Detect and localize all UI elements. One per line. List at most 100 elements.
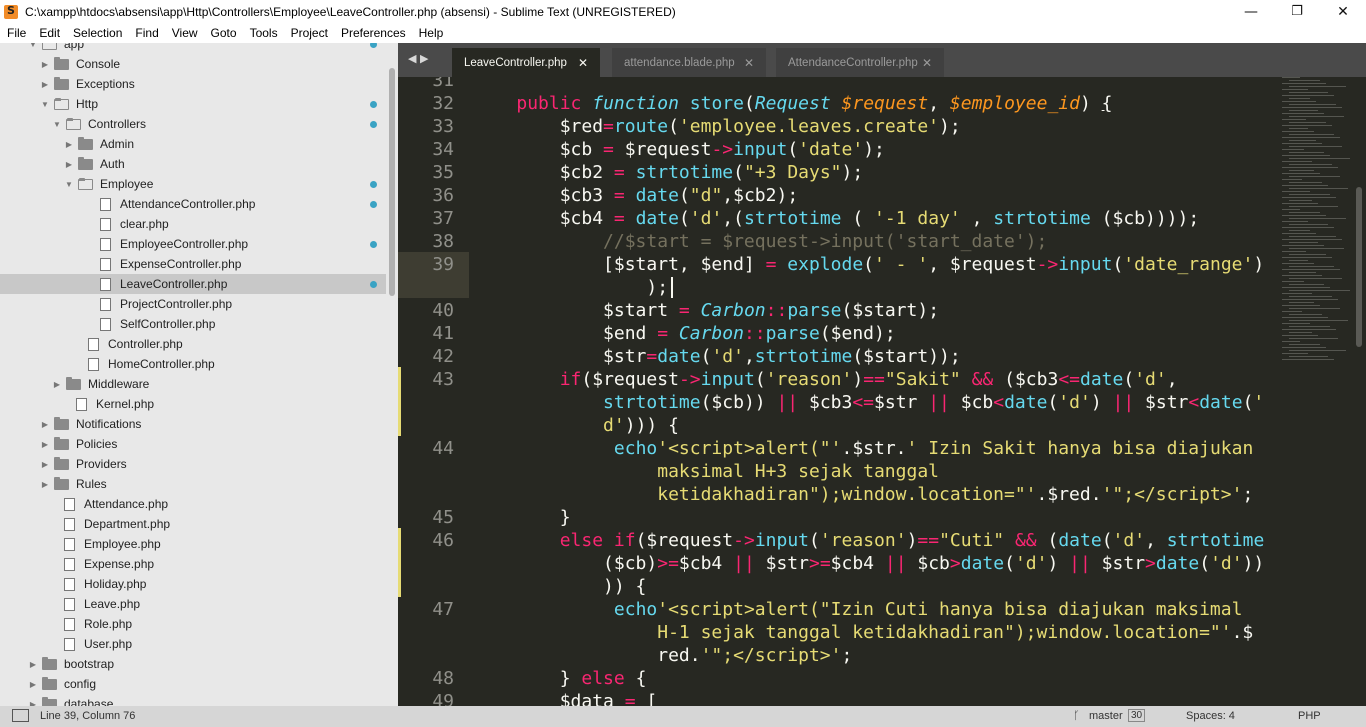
code-line[interactable]: if($request->input('reason')=="Sakit" &&… [473,369,1178,390]
panel-toggle-icon[interactable] [12,709,29,722]
code-line[interactable]: $cb = $request->input('date'); [473,139,885,160]
sidebar-file-item[interactable]: Leave.php [0,594,386,614]
code-line[interactable]: [$start, $end] = explode(' - ', $request… [473,254,1264,275]
sidebar-folder-item[interactable]: ▶ Notifications [0,414,386,434]
code-line[interactable]: d'))) { [473,415,679,436]
chevron-right-icon[interactable]: ▶ [40,60,50,69]
chevron-right-icon[interactable]: ▶ [40,460,50,469]
code-line[interactable]: $red=route('employee.leaves.create'); [473,116,961,137]
menu-help[interactable]: Help [412,26,450,40]
code-line[interactable]: ); [473,277,668,298]
sidebar-file-item[interactable]: HomeController.php [0,354,386,374]
sidebar-file-item[interactable]: Department.php [0,514,386,534]
sidebar-folder-item[interactable]: ▶ Middleware [0,374,386,394]
close-tab-icon[interactable]: ✕ [578,56,588,70]
syntax-mode[interactable]: PHP [1298,710,1321,722]
code-line[interactable]: $cb2 = strtotime("+3 Days"); [473,162,864,183]
sidebar-folder-item[interactable]: ▶ Policies [0,434,386,454]
sidebar-file-item[interactable]: ProjectController.php [0,294,386,314]
editor-scrollbar-thumb[interactable] [1356,187,1362,347]
sidebar-file-item[interactable]: Role.php [0,614,386,634]
code-editor[interactable]: 31 32 public function store(Request $requ… [398,77,1366,706]
code-line[interactable]: red.'";</script>'; [473,645,852,666]
code-line[interactable]: H-1 sejak tanggal ketidakhadiran");windo… [473,622,1253,643]
sidebar-folder-item[interactable]: ▼ Http [0,94,386,114]
sidebar-file-item[interactable]: Attendance.php [0,494,386,514]
sidebar-file-item[interactable]: Employee.php [0,534,386,554]
code-line[interactable]: )) { [473,576,646,597]
git-branch[interactable]: master [1089,710,1123,722]
sidebar-folder-item[interactable]: ▶ Console [0,54,386,74]
code-line[interactable]: ketidakhadiran");window.location="'.$red… [473,484,1253,505]
sidebar-folder-item[interactable]: ▶ bootstrap [0,654,386,674]
sidebar-scrollbar-thumb[interactable] [389,68,395,296]
code-line[interactable]: echo'<script>alert("Izin Cuti hanya bisa… [473,599,1243,620]
chevron-right-icon[interactable]: ▶ [40,420,50,429]
tab-attendance-blade-php[interactable]: attendance.blade.php ✕ [612,48,766,77]
menu-tools[interactable]: Tools [243,26,284,40]
tab-nav-arrows-icon[interactable]: ◀ ▶ [408,52,428,65]
sidebar-folder-item[interactable]: ▼ Controllers [0,114,386,134]
sidebar-file-item[interactable]: clear.php [0,214,386,234]
chevron-right-icon[interactable]: ▶ [28,660,38,669]
menu-preferences[interactable]: Preferences [334,26,412,40]
sidebar-folder-item[interactable]: ▶ Auth [0,154,386,174]
sidebar-file-item[interactable]: Kernel.php [0,394,386,414]
minimap[interactable] [1280,77,1355,377]
menu-find[interactable]: Find [128,26,164,40]
sidebar-file-item[interactable]: Expense.php [0,554,386,574]
close-tab-icon[interactable]: ✕ [922,56,932,70]
sidebar-folder-item[interactable]: ▼ app [0,43,386,54]
chevron-right-icon[interactable]: ▶ [40,440,50,449]
sidebar-folder-item[interactable]: ▶ Exceptions [0,74,386,94]
chevron-right-icon[interactable]: ▶ [28,680,38,689]
minimize-button[interactable]: — [1228,0,1274,23]
sidebar-folder-item[interactable]: ▶ database [0,694,386,706]
sidebar-folder-item[interactable]: ▼ Employee [0,174,386,194]
code-line[interactable]: $cb4 = date('d',(strtotime ( '-1 day' , … [473,208,1200,229]
code-line[interactable]: //$start = $request->input('start_date')… [473,231,1047,252]
sidebar-file-item[interactable]: User.php [0,634,386,654]
sidebar-folder-item[interactable]: ▶ Providers [0,454,386,474]
menu-view[interactable]: View [165,26,204,40]
code-line[interactable]: $end = Carbon::parse($end); [473,323,896,344]
sidebar-folder-item[interactable]: ▶ Rules [0,474,386,494]
chevron-right-icon[interactable]: ▶ [64,160,74,169]
code-line[interactable]: else if($request->input('reason')=="Cuti… [473,530,1265,551]
menu-goto[interactable]: Goto [204,26,243,40]
code-line[interactable]: $cb3 = date("d",$cb2); [473,185,798,206]
sidebar-folder-item[interactable]: ▶ Admin [0,134,386,154]
menu-selection[interactable]: Selection [66,26,128,40]
code-line[interactable]: $str=date('d',strtotime($start)); [473,346,961,367]
chevron-down-icon[interactable]: ▼ [28,43,38,49]
close-button[interactable]: ✕ [1320,0,1366,23]
sidebar-file-item[interactable]: AttendanceController.php [0,194,386,214]
chevron-right-icon[interactable]: ▶ [40,480,50,489]
sidebar-file-item[interactable]: LeaveController.php [0,274,386,294]
close-tab-icon[interactable]: ✕ [744,56,754,70]
menu-project[interactable]: Project [284,26,334,40]
menu-edit[interactable]: Edit [32,26,66,40]
chevron-down-icon[interactable]: ▼ [52,120,62,129]
sidebar-file-item[interactable]: Holiday.php [0,574,386,594]
indentation-setting[interactable]: Spaces: 4 [1186,710,1235,722]
sidebar-file-item[interactable]: EmployeeController.php [0,234,386,254]
code-line[interactable]: maksimal H+3 sejak tanggal [473,461,939,482]
tab-leavecontroller-php[interactable]: LeaveController.php ✕ [452,48,600,77]
chevron-right-icon[interactable]: ▶ [40,80,50,89]
sidebar-file-item[interactable]: ExpenseController.php [0,254,386,274]
chevron-right-icon[interactable]: ▶ [64,140,74,149]
code-line[interactable]: echo'<script>alert("'.$str.' Izin Sakit … [473,438,1253,459]
code-line[interactable]: } else { [473,668,647,689]
code-line[interactable]: ($cb)>=$cb4 || $str>=$cb4 || $cb>date('d… [473,553,1264,574]
chevron-down-icon[interactable]: ▼ [40,100,50,109]
sidebar-file-item[interactable]: SelfController.php [0,314,386,334]
menu-file[interactable]: File [0,26,32,40]
code-line[interactable]: } [473,507,571,528]
sidebar-folder-item[interactable]: ▶ config [0,674,386,694]
tab-attendancecontroller-php[interactable]: AttendanceController.php ✕ [776,48,944,77]
code-line[interactable]: $start = Carbon::parse($start); [473,300,939,321]
chevron-right-icon[interactable]: ▶ [52,380,62,389]
code-line[interactable]: strtotime($cb)) || $cb3<=$str || $cb<dat… [473,392,1264,413]
chevron-down-icon[interactable]: ▼ [64,180,74,189]
